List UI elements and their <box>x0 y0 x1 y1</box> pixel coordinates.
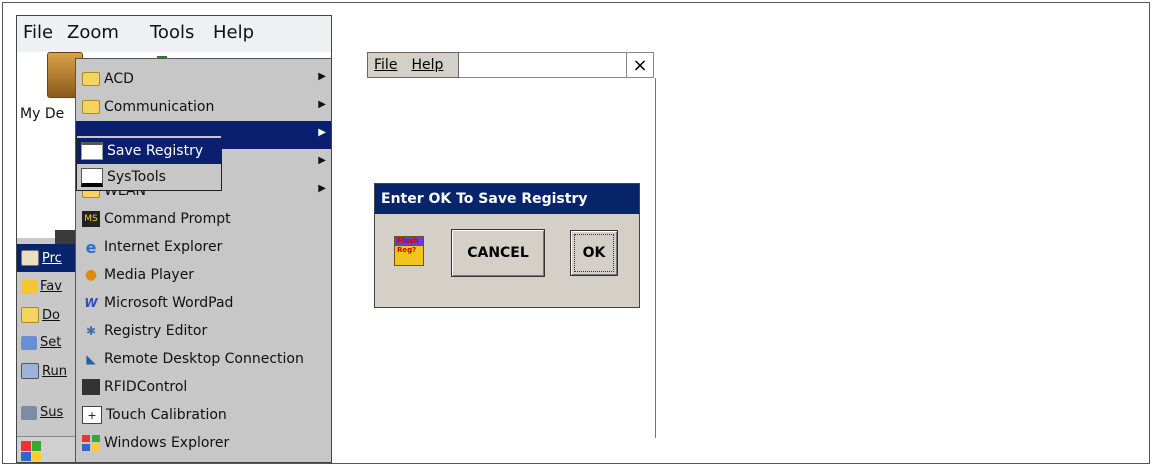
taskbar-dark-block <box>55 230 77 244</box>
touch-calibration-icon: + <box>82 406 102 424</box>
start-item-suspend[interactable]: Sus <box>21 405 63 420</box>
ok-button[interactable]: OK <box>570 230 618 276</box>
settings-icon <box>21 335 37 350</box>
menu-item-rfidcontrol[interactable]: RFIDControl <box>76 373 331 401</box>
submenu-item-save-registry[interactable]: Save Registry <box>77 138 221 164</box>
menu-item-windows-explorer[interactable]: Windows Explorer <box>76 429 331 457</box>
media-player-icon: ● <box>84 267 98 283</box>
start-item-documents[interactable]: Do <box>21 307 60 323</box>
start-item-favorites[interactable]: Fav <box>21 279 62 294</box>
programs-menu: ACD ▶ Communication ▶ ▶ ▶ WLAN ▶ MS Comm… <box>75 58 331 462</box>
dialog-title: Enter OK To Save Registry <box>375 184 639 214</box>
submenu-arrow-icon: ▶ <box>318 99 326 110</box>
submenu-arrow-icon: ▶ <box>318 155 326 166</box>
menu-item-media-player[interactable]: ● Media Player <box>76 261 331 289</box>
device-menubar: File Zoom Tools Help <box>17 16 331 52</box>
my-device-label: My De <box>20 106 65 122</box>
windows-explorer-icon <box>82 435 100 451</box>
window-menubar: File Help <box>367 52 459 78</box>
menu-item-remote-desktop[interactable]: ◣ Remote Desktop Connection <box>76 345 331 373</box>
device-screen: File Zoom Tools Help My De Prc Fav Do Se… <box>16 15 332 463</box>
window-menubar-bottom-line <box>459 77 626 78</box>
menu-item-communication[interactable]: Communication ▶ <box>76 93 331 121</box>
start-button-windows-icon[interactable] <box>21 441 41 461</box>
submenu-arrow-icon: ▶ <box>318 127 326 138</box>
menu-item-command-prompt[interactable]: MS Command Prompt <box>76 205 331 233</box>
menu-item-wordpad[interactable]: W Microsoft WordPad <box>76 289 331 317</box>
start-item-run[interactable]: Run <box>21 363 67 379</box>
close-icon[interactable]: × <box>626 52 654 78</box>
window-top-line <box>459 52 626 53</box>
menu-item-acd[interactable]: ACD ▶ <box>76 65 331 93</box>
command-prompt-icon: MS <box>82 211 100 227</box>
submenu-item-systools[interactable]: SysTools <box>77 164 221 190</box>
taskbar <box>17 436 77 462</box>
suspend-icon <box>21 405 37 420</box>
window-menu-help[interactable]: Help <box>411 57 443 73</box>
cancel-button[interactable]: CANCEL <box>451 229 545 277</box>
start-item-settings[interactable]: Set <box>21 335 61 350</box>
registry-editor-icon: ✱ <box>85 324 97 338</box>
menu-help[interactable]: Help <box>213 22 254 43</box>
menu-item-internet-explorer[interactable]: e Internet Explorer <box>76 233 331 261</box>
window-menu-file[interactable]: File <box>374 57 397 73</box>
submenu-acd: Save Registry SysTools <box>76 135 222 191</box>
window-icon <box>81 142 103 160</box>
programs-icon <box>21 250 39 266</box>
documents-icon <box>21 307 39 323</box>
submenu-arrow-icon: ▶ <box>318 183 326 194</box>
folder-icon <box>82 72 100 86</box>
rfid-icon <box>82 379 100 395</box>
menu-item-touch-calibration[interactable]: + Touch Calibration <box>76 401 331 429</box>
menu-zoom[interactable]: Zoom <box>67 22 119 43</box>
internet-explorer-icon: e <box>85 237 97 257</box>
menu-file[interactable]: File <box>23 22 53 43</box>
flush-registry-icon: Flush Reg? <box>394 236 424 266</box>
menu-tools[interactable]: Tools <box>150 22 194 43</box>
start-item-programs[interactable]: Prc <box>21 250 62 266</box>
run-icon <box>21 363 39 379</box>
save-registry-dialog: Enter OK To Save Registry Flush Reg? CAN… <box>374 183 640 308</box>
remote-desktop-icon: ◣ <box>86 352 96 366</box>
favorites-icon <box>21 279 37 294</box>
window-right-border <box>655 78 656 438</box>
systools-icon <box>81 167 103 187</box>
submenu-arrow-icon: ▶ <box>318 71 326 82</box>
wordpad-icon: W <box>84 296 98 310</box>
menu-item-registry-editor[interactable]: ✱ Registry Editor <box>76 317 331 345</box>
folder-icon <box>82 100 100 114</box>
